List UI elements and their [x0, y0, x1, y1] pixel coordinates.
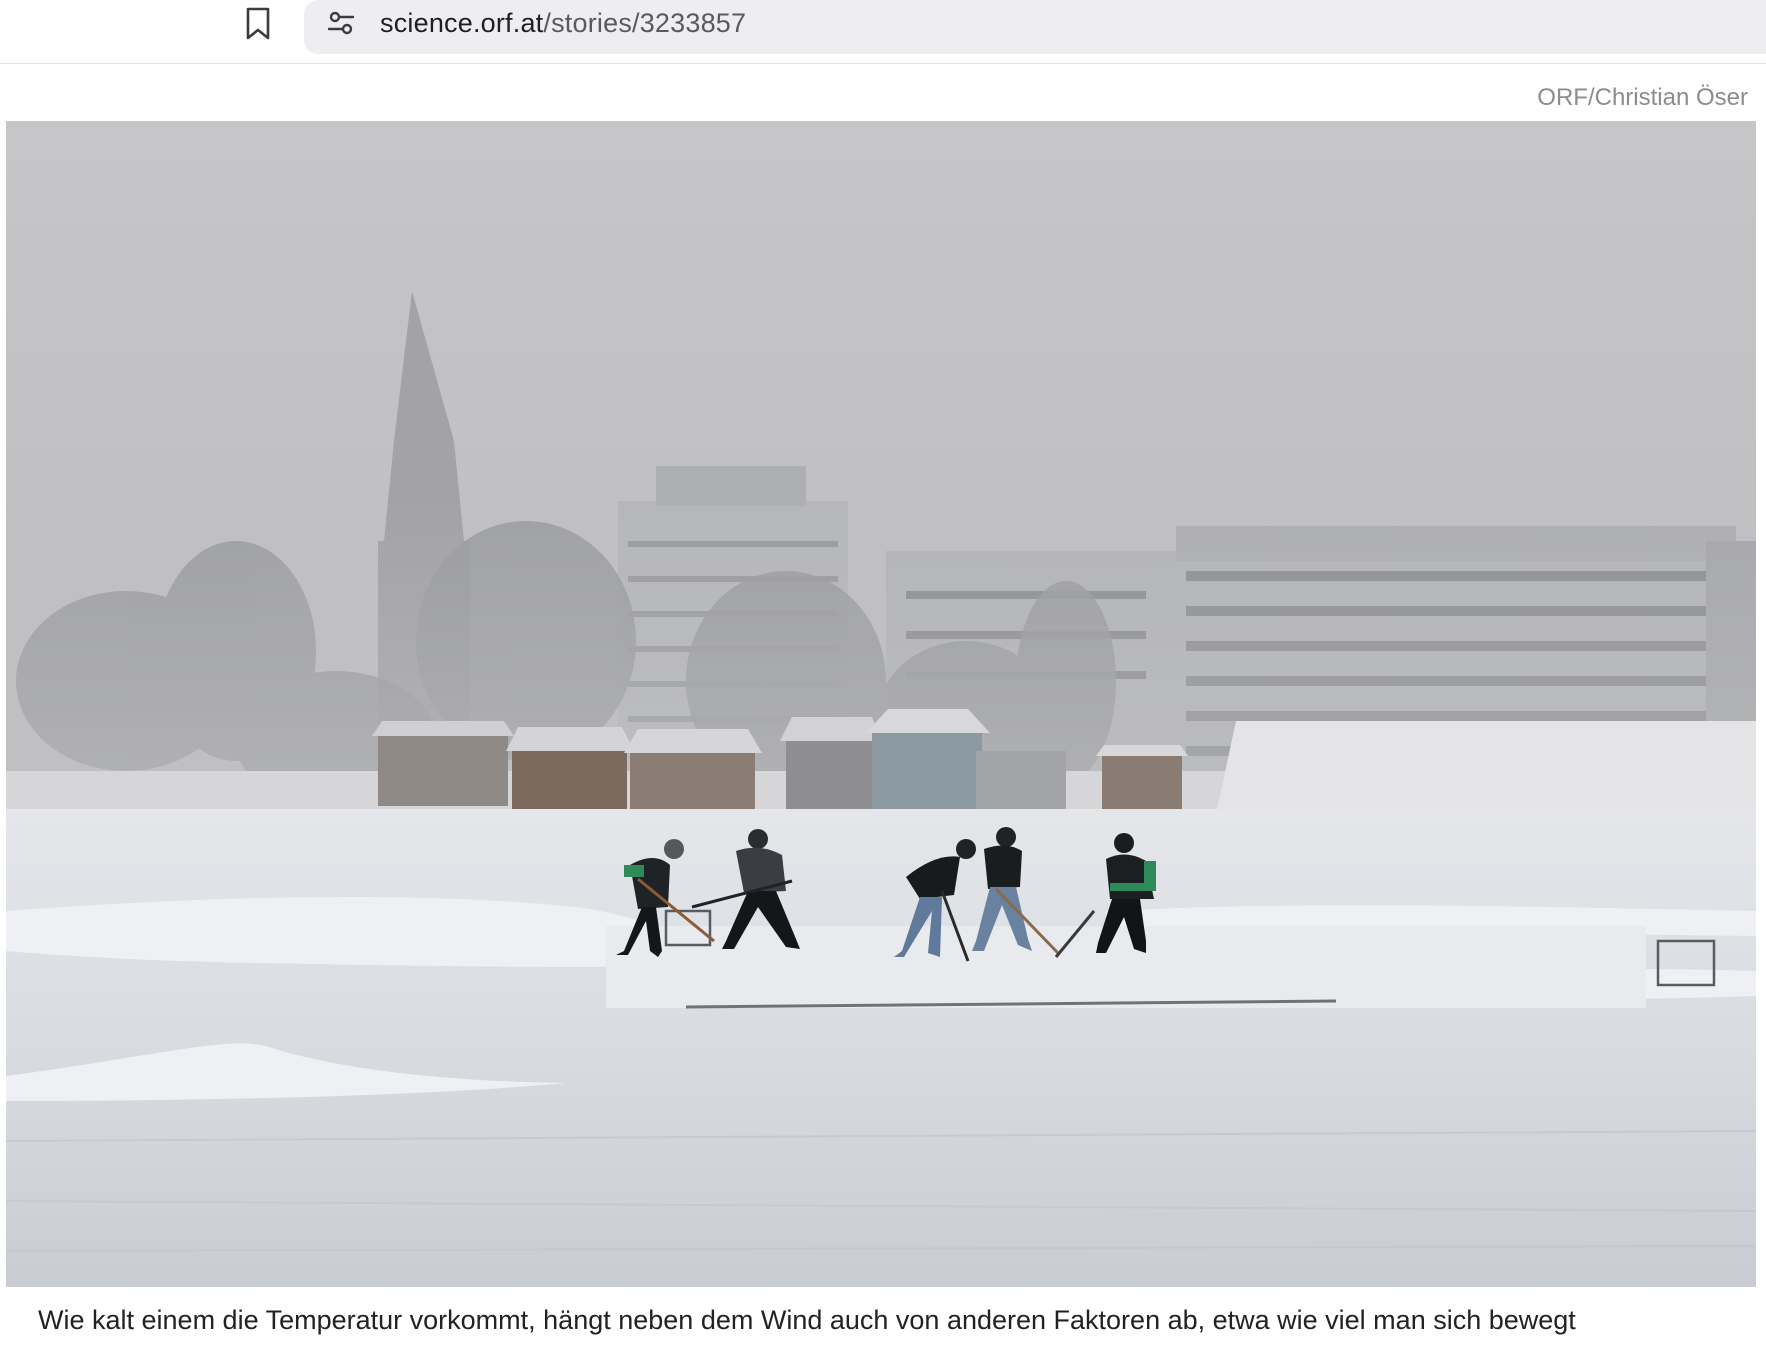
photo-credit: ORF/Christian Öser — [1537, 84, 1748, 111]
photo-caption: Wie kalt einem die Temperatur vorkommt, … — [38, 1305, 1576, 1335]
bookmark-button[interactable] — [240, 4, 276, 44]
url-host: science.orf.at — [380, 8, 544, 38]
tune-icon — [327, 11, 355, 35]
article-content: ORF/Christian Öser Wie kalt einem die Te… — [6, 64, 1760, 1361]
browser-toolbar: science.orf.at/stories/3233857 — [0, 0, 1766, 64]
bookmark-icon — [246, 7, 270, 40]
url-path: /stories/3233857 — [543, 8, 747, 38]
site-settings-button[interactable] — [324, 8, 358, 38]
address-bar[interactable]: science.orf.at/stories/3233857 — [304, 0, 1766, 54]
url-field[interactable]: science.orf.at/stories/3233857 — [380, 6, 746, 40]
article-photo — [6, 121, 1756, 1287]
